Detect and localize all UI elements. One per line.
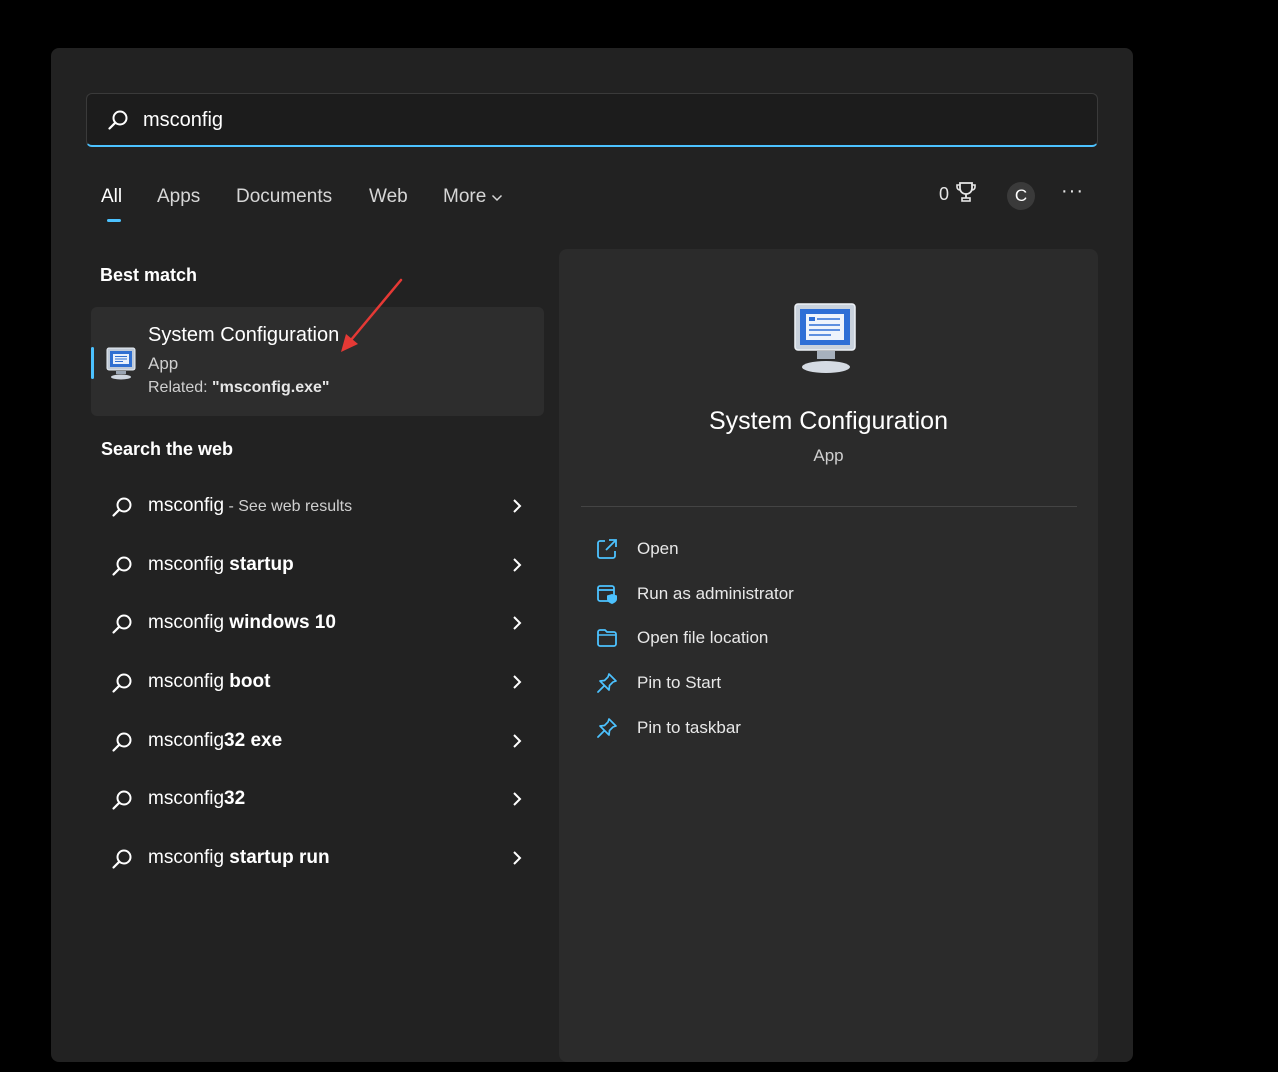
query-suggestion: boot	[224, 671, 271, 693]
web-results-list: msconfig - See web results msconfig star…	[91, 478, 544, 889]
web-result-item[interactable]: msconfig startup	[91, 537, 544, 596]
web-result-text: msconfig startup	[148, 554, 294, 576]
web-result-text: msconfig boot	[148, 671, 270, 693]
divider	[581, 506, 1077, 507]
web-result-item[interactable]: msconfig32 exe	[91, 713, 544, 772]
query-base: msconfig	[148, 788, 225, 810]
tab-apps[interactable]: Apps	[157, 186, 200, 208]
chevron-right-icon	[512, 557, 522, 578]
system-configuration-large-icon	[791, 301, 861, 380]
open-file-location-label: Open file location	[637, 628, 769, 648]
search-icon	[107, 109, 129, 136]
query-base: msconfig	[148, 729, 225, 751]
pin-icon	[595, 671, 619, 700]
search-panel: All Apps Documents Web More 0 C ··· Best…	[51, 48, 1133, 1062]
query-base: msconfig	[148, 671, 225, 693]
chevron-right-icon	[512, 733, 522, 754]
best-match-heading: Best match	[100, 265, 198, 285]
query-base: msconfig	[148, 847, 225, 869]
pin-to-taskbar-label: Pin to taskbar	[637, 717, 741, 737]
search-icon	[111, 848, 133, 875]
search-icon	[111, 789, 133, 816]
chevron-right-icon	[512, 791, 522, 812]
active-tab-indicator	[107, 219, 121, 222]
chevron-right-icon	[512, 615, 522, 636]
web-result-item[interactable]: msconfig windows 10	[91, 595, 544, 654]
web-result-item[interactable]: msconfig startup run	[91, 830, 544, 889]
chevron-right-icon	[512, 498, 522, 519]
see-web-results: - See web results	[224, 498, 353, 515]
chevron-down-icon	[491, 186, 503, 208]
tab-more[interactable]: More	[443, 186, 503, 208]
query-suggestion: windows 10	[224, 612, 336, 634]
preview-title: System Configuration	[708, 407, 948, 435]
web-result-text: msconfig32 exe	[148, 730, 282, 752]
avatar-initial: C	[1014, 186, 1028, 205]
run-as-admin-icon	[595, 582, 619, 611]
more-options-button[interactable]: ···	[1061, 180, 1084, 203]
search-the-web-heading: Search the web	[101, 439, 234, 459]
tab-documents[interactable]: Documents	[236, 186, 332, 208]
tab-apps-label: Apps	[157, 186, 201, 207]
red-arrow-annotation-icon	[336, 276, 406, 361]
related-prefix: Related:	[148, 379, 213, 396]
related-value: "msconfig.exe"	[212, 379, 330, 396]
pin-icon	[595, 716, 619, 745]
system-configuration-app-icon	[105, 346, 137, 385]
best-match-type: App	[148, 354, 179, 373]
query-base: msconfig	[148, 612, 225, 634]
pin-to-start-label: Pin to Start	[637, 673, 722, 693]
web-result-item[interactable]: msconfig - See web results	[91, 478, 544, 537]
search-icon	[111, 555, 133, 582]
run-as-administrator-label: Run as administrator	[637, 583, 794, 603]
points-value: 0	[939, 184, 950, 204]
chevron-right-icon	[512, 674, 522, 695]
preview-pane: System Configuration App Open Run as adm…	[559, 249, 1098, 1062]
query-suggestion: startup run	[224, 847, 330, 869]
tab-web[interactable]: Web	[369, 186, 408, 208]
search-icon	[111, 613, 133, 640]
query-base: msconfig	[148, 553, 225, 575]
search-icon	[111, 731, 133, 758]
query-suggestion: startup	[224, 553, 294, 575]
web-result-item[interactable]: msconfig32	[91, 771, 544, 830]
selected-indicator	[91, 347, 94, 379]
tab-documents-label: Documents	[236, 186, 333, 207]
web-result-text: msconfig windows 10	[148, 612, 336, 634]
web-result-text: msconfig startup run	[148, 847, 330, 869]
tab-web-label: Web	[369, 186, 408, 207]
more-dots-icon: ···	[1061, 180, 1084, 202]
query-suggestion: 32 exe	[224, 729, 283, 751]
web-result-text: msconfig - See web results	[148, 495, 352, 517]
preview-type: App	[813, 446, 844, 465]
search-input[interactable]	[143, 106, 1043, 134]
web-result-text: msconfig32	[148, 788, 245, 810]
query-base: msconfig	[148, 495, 225, 516]
web-result-item[interactable]: msconfig boot	[91, 654, 544, 713]
folder-icon	[595, 626, 619, 655]
tab-more-label: More	[443, 186, 487, 208]
query-suggestion: 32	[224, 788, 246, 810]
trophy-icon	[954, 182, 978, 208]
search-box[interactable]	[86, 93, 1098, 147]
best-match-result[interactable]: System Configuration App Related: "mscon…	[91, 307, 544, 416]
open-label: Open	[637, 539, 679, 558]
open-external-icon	[595, 537, 619, 566]
tab-all-label: All	[101, 186, 123, 207]
tab-all[interactable]: All	[101, 186, 122, 208]
chevron-right-icon	[512, 850, 522, 871]
rewards-points-button[interactable]: 0	[939, 180, 978, 209]
account-avatar[interactable]: C	[1007, 182, 1035, 210]
best-match-related: Related: "msconfig.exe"	[148, 379, 329, 397]
search-icon	[111, 672, 133, 699]
search-icon	[111, 496, 133, 523]
best-match-title: System Configuration	[148, 324, 340, 346]
